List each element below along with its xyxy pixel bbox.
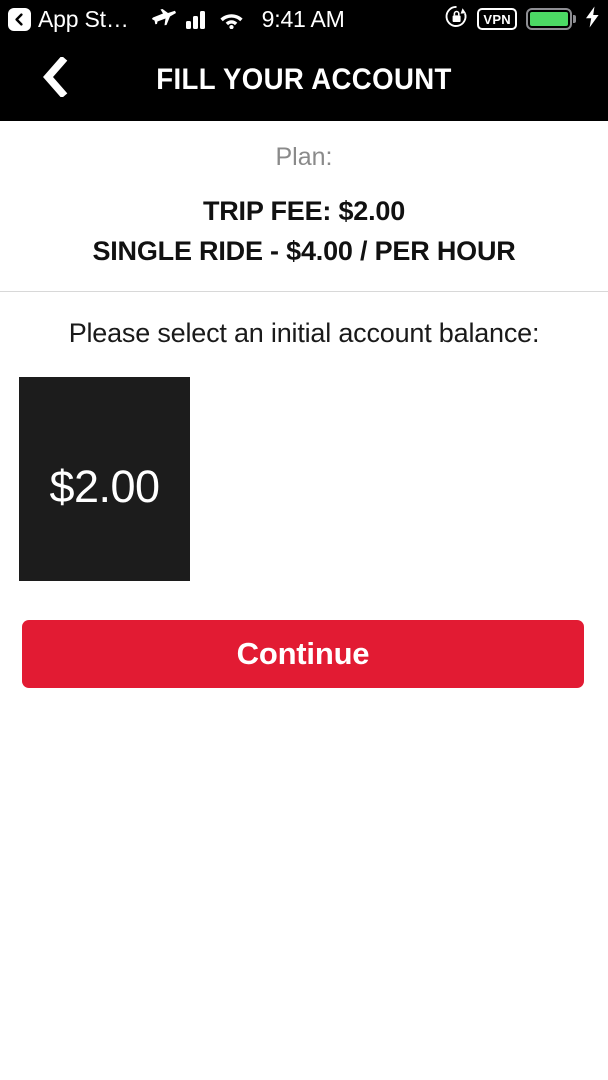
battery-fill [530, 12, 568, 26]
charging-bolt-icon [585, 6, 600, 33]
back-chevron-badge-icon[interactable] [8, 7, 31, 31]
battery-full-icon [526, 8, 576, 30]
status-bar-left-group: App St… [8, 6, 129, 33]
status-bar-right-group: VPN [445, 0, 600, 38]
battery-nub [573, 15, 576, 23]
airplane-mode-icon [151, 8, 177, 30]
navigation-bar: FILL YOUR ACCOUNT [0, 38, 608, 121]
continue-button[interactable]: Continue [22, 620, 584, 689]
status-bar-center-group: 9:41 AM [151, 6, 345, 33]
plan-rate-line: SINGLE RIDE - $4.00 / PER HOUR [92, 236, 516, 267]
wifi-icon [219, 10, 244, 29]
status-bar: App St… 9:41 AM VPN [0, 0, 608, 38]
status-bar-clock: 9:41 AM [261, 5, 345, 32]
vpn-badge: VPN [477, 8, 517, 30]
page-title: FILL YOUR ACCOUNT [156, 62, 452, 96]
rotation-lock-icon [445, 5, 468, 33]
back-app-label[interactable]: App St… [38, 6, 129, 33]
cellular-signal-icon [185, 9, 210, 29]
balance-option-tile[interactable]: $2.00 [19, 377, 190, 582]
plan-section: Plan: TRIP FEE: $2.00 SINGLE RIDE - $4.0… [0, 121, 608, 293]
balance-options-row: $2.00 [0, 349, 608, 582]
battery-body [526, 8, 572, 30]
balance-prompt: Please select an initial account balance… [68, 318, 540, 349]
balance-option-label: $2.00 [49, 461, 160, 513]
continue-button-container: Continue [0, 581, 608, 689]
plan-trip-fee-line: TRIP FEE: $2.00 [202, 196, 406, 226]
plan-label: Plan: [275, 143, 333, 171]
